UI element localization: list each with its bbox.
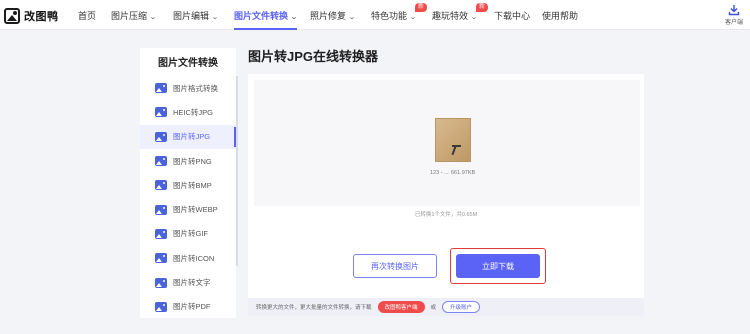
new-badge: 新	[415, 3, 428, 12]
sidebar-item-image-to-png[interactable]: 图片转PNG	[140, 149, 236, 173]
sidebar-item-image-to-pdf[interactable]: 图片转PDF	[140, 295, 236, 319]
nav-item-help[interactable]: 使用帮助	[542, 9, 578, 22]
sidebar: 图片文件转换 图片格式转换 HEIC转JPG 图片转JPG 图片转PNG 图片转…	[140, 48, 238, 319]
brand-logo[interactable]: 改图鸭	[4, 7, 59, 24]
upgrade-notice-bar: 转换更大的文件，更大批量的文件转换，请下载 改图鸭客户端 或 升级账户	[248, 298, 644, 316]
upgrade-notice-text: 转换更大的文件，更大批量的文件转换，请下载	[256, 305, 372, 311]
convert-again-button[interactable]: 再次转换图片	[353, 254, 437, 278]
sidebar-scrollbar[interactable]	[236, 76, 238, 266]
sidebar-item-image-to-jpg[interactable]: 图片转JPG	[140, 124, 236, 149]
client-download-pill[interactable]: 改图鸭客户端	[377, 301, 425, 313]
chevron-down-icon: ⌄	[211, 14, 219, 21]
sidebar-item-label: 图片转ICON	[173, 253, 215, 263]
new-badge: 新	[476, 3, 489, 12]
converter-panel: 123 - ... 661.97KB 已转换1个文件，共0.65M 再次转换图片…	[248, 74, 644, 298]
image-icon	[155, 253, 167, 264]
conversion-summary: 已转换1个文件，共0.65M	[414, 212, 478, 218]
nav-label: 首页	[78, 11, 97, 21]
chevron-down-icon: ⌄	[348, 14, 356, 21]
nav-item-image-edit[interactable]: 图片编辑 ⌄	[173, 9, 219, 22]
image-icon	[155, 107, 167, 118]
nav-item-home[interactable]: 首页	[78, 9, 96, 22]
nav-item-image-compress[interactable]: 图片压缩 ⌄	[111, 9, 157, 22]
image-icon	[155, 180, 167, 191]
chevron-down-icon: ⌄	[149, 14, 157, 21]
image-icon	[155, 277, 167, 288]
converted-image-thumbnail[interactable]	[435, 118, 471, 162]
file-name: 123 - ...	[430, 170, 449, 176]
nav-item-fun-effects[interactable]: 趣玩特效 ⌄ 新	[432, 3, 489, 22]
sidebar-title: 图片文件转换	[158, 58, 218, 69]
sidebar-item-label: 图片转WEBP	[173, 205, 218, 215]
nav-label: 照片修复	[310, 11, 347, 21]
nav-label: 图片编辑	[173, 11, 210, 21]
sidebar-item-format-convert[interactable]: 图片格式转换	[140, 76, 236, 100]
sidebar-item-label: 图片转PDF	[173, 302, 211, 312]
image-icon	[155, 83, 167, 94]
sidebar-item-label: HEIC转JPG	[173, 107, 214, 117]
file-size: 661.97KB	[451, 170, 476, 176]
thumbnail-detail	[451, 145, 457, 156]
chevron-down-icon: ⌄	[290, 14, 298, 21]
chevron-down-icon: ⌄	[409, 14, 417, 21]
sidebar-item-image-to-text[interactable]: 图片转文字	[140, 270, 236, 294]
sidebar-item-image-to-icon[interactable]: 图片转ICON	[140, 246, 236, 270]
or-text: 或	[430, 305, 437, 311]
sidebar-item-image-to-bmp[interactable]: 图片转BMP	[140, 173, 236, 197]
nav-label: 趣玩特效	[432, 11, 469, 21]
top-navigation-bar: 改图鸭 首页 图片压缩 ⌄ 图片编辑 ⌄ 图片文件转换 ⌄ 照片修复 ⌄ 特色功能 ⌄ 新 …	[0, 0, 750, 30]
sidebar-item-image-to-gif[interactable]: 图片转GIF	[140, 222, 236, 246]
nav-label: 下载中心	[494, 11, 531, 21]
sidebar-item-heic-to-jpg[interactable]: HEIC转JPG	[140, 100, 236, 124]
logo-icon	[4, 7, 20, 24]
image-icon	[155, 131, 167, 142]
download-icon	[728, 5, 740, 16]
nav-item-special-features[interactable]: 特色功能 ⌄ 新	[371, 3, 428, 22]
result-preview-area: 123 - ... 661.97KB	[254, 80, 640, 206]
image-icon	[155, 228, 167, 239]
nav-label: 图片文件转换	[234, 11, 289, 21]
download-now-button[interactable]: 立即下载	[456, 254, 540, 278]
client-download-button[interactable]: 客户端	[722, 4, 746, 26]
brand-name: 改图鸭	[24, 10, 59, 23]
chevron-down-icon: ⌄	[470, 14, 478, 21]
nav-label: 图片压缩	[111, 11, 148, 21]
nav-item-download-center[interactable]: 下载中心	[494, 9, 530, 22]
nav-label: 特色功能	[371, 11, 408, 21]
client-label: 客户端	[724, 20, 743, 26]
sidebar-item-label: 图片转PNG	[173, 156, 212, 166]
upgrade-account-button[interactable]: 升级账户	[442, 301, 481, 313]
sidebar-item-label: 图片转文字	[173, 278, 211, 288]
image-icon	[155, 301, 167, 312]
nav-item-file-convert[interactable]: 图片文件转换 ⌄	[234, 9, 298, 30]
image-icon	[155, 204, 167, 215]
page-title: 图片转JPG在线转换器	[248, 49, 379, 64]
sidebar-item-label: 图片格式转换	[173, 83, 218, 93]
nav-label: 使用帮助	[542, 11, 579, 21]
sidebar-item-label: 图片转BMP	[173, 180, 212, 190]
image-icon	[155, 156, 167, 167]
sidebar-item-image-to-webp[interactable]: 图片转WEBP	[140, 197, 236, 221]
sidebar-item-label: 图片转JPG	[173, 132, 211, 142]
nav-item-photo-repair[interactable]: 照片修复 ⌄	[310, 9, 356, 22]
sidebar-list: 图片格式转换 HEIC转JPG 图片转JPG 图片转PNG 图片转BMP 图片转…	[140, 76, 236, 319]
sidebar-item-label: 图片转GIF	[173, 229, 208, 239]
